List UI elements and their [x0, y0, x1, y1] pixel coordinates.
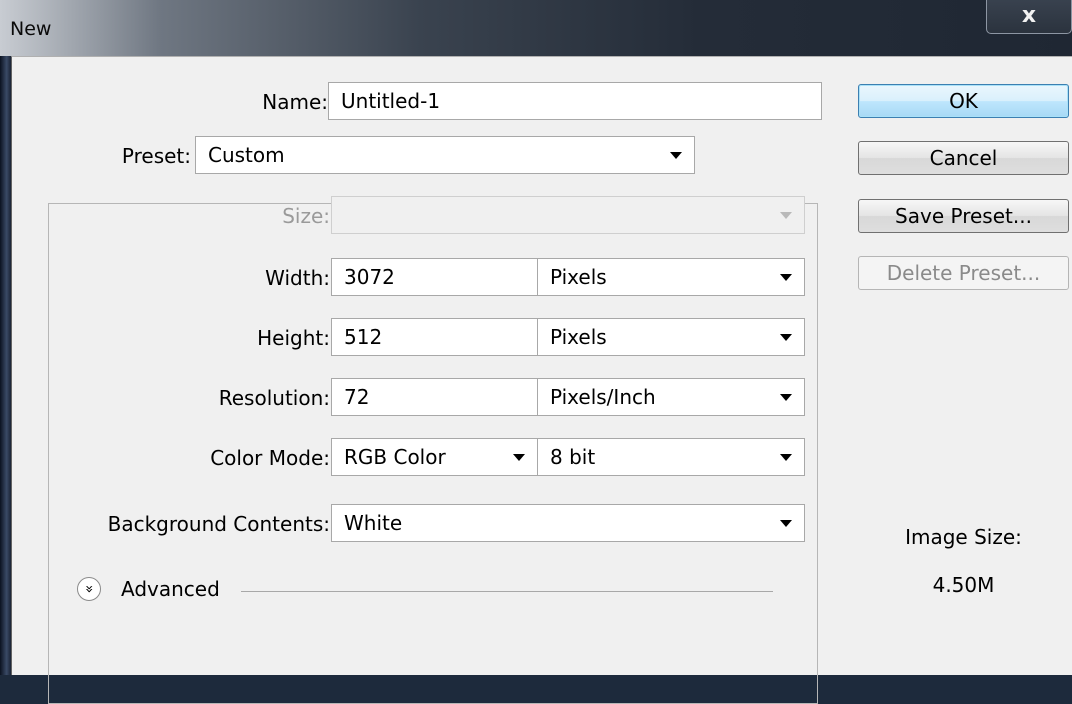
- preset-label: Preset:: [121, 144, 191, 168]
- window-frame-left: [0, 56, 11, 675]
- dropdown-arrow-icon: [780, 454, 792, 461]
- delete-preset-button: Delete Preset...: [858, 256, 1069, 290]
- height-input[interactable]: 512: [331, 318, 538, 356]
- cancel-button[interactable]: Cancel: [858, 141, 1069, 175]
- color-mode-value: RGB Color: [344, 445, 446, 469]
- background-contents-select[interactable]: White: [331, 504, 805, 542]
- dropdown-arrow-icon: [780, 520, 792, 527]
- close-icon: x: [1021, 3, 1037, 28]
- resolution-label: Resolution:: [218, 386, 330, 410]
- resolution-input[interactable]: 72: [331, 378, 538, 416]
- height-unit-select[interactable]: Pixels: [537, 318, 805, 356]
- close-button[interactable]: x: [986, 0, 1072, 34]
- name-input[interactable]: Untitled-1: [328, 82, 822, 120]
- dropdown-arrow-icon: [670, 152, 682, 159]
- save-preset-button[interactable]: Save Preset...: [858, 199, 1069, 233]
- advanced-label[interactable]: Advanced: [121, 577, 220, 601]
- height-unit-value: Pixels: [550, 325, 607, 349]
- size-label: Size:: [282, 204, 330, 228]
- ok-button[interactable]: OK: [858, 84, 1069, 118]
- dropdown-arrow-icon: [513, 454, 525, 461]
- preset-select[interactable]: Custom: [195, 136, 695, 174]
- image-size-label: Image Size:: [905, 525, 1022, 549]
- window-title: New: [10, 18, 52, 40]
- width-label: Width:: [265, 266, 330, 290]
- size-select: [331, 196, 805, 234]
- image-size-value: 4.50M: [932, 573, 995, 597]
- width-input[interactable]: 3072: [331, 258, 538, 296]
- advanced-separator: [241, 591, 773, 592]
- resolution-unit-value: Pixels/Inch: [550, 385, 656, 409]
- height-label: Height:: [257, 326, 330, 350]
- background-contents-value: White: [344, 511, 403, 535]
- double-chevron-down-icon[interactable]: »: [77, 577, 101, 601]
- color-mode-select[interactable]: RGB Color: [331, 438, 538, 476]
- dropdown-arrow-icon: [780, 274, 792, 281]
- resolution-unit-select[interactable]: Pixels/Inch: [537, 378, 805, 416]
- bit-depth-value: 8 bit: [550, 445, 596, 469]
- bit-depth-select[interactable]: 8 bit: [537, 438, 805, 476]
- dropdown-arrow-icon: [780, 212, 792, 219]
- width-unit-value: Pixels: [550, 265, 607, 289]
- background-contents-label: Background Contents:: [107, 512, 330, 536]
- color-mode-label: Color Mode:: [210, 446, 330, 470]
- name-label: Name:: [262, 90, 328, 114]
- width-unit-select[interactable]: Pixels: [537, 258, 805, 296]
- title-bar: New x: [0, 0, 1072, 56]
- preset-value: Custom: [208, 143, 285, 167]
- dropdown-arrow-icon: [780, 394, 792, 401]
- dropdown-arrow-icon: [780, 334, 792, 341]
